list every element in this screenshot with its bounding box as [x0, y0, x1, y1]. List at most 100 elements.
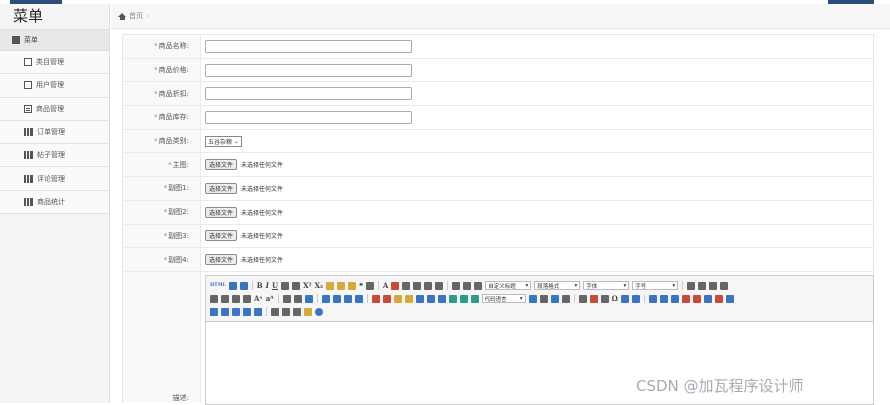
simple-upload-icon[interactable]	[371, 294, 380, 303]
subscript-icon[interactable]: X₂	[315, 281, 324, 290]
paste-plain-icon[interactable]	[365, 281, 374, 290]
align-right-icon[interactable]	[232, 294, 240, 303]
drafts-icon[interactable]	[304, 307, 312, 316]
sidebar-item-comments[interactable]: 评论管理	[0, 167, 109, 191]
breadcrumb-home[interactable]: 首页	[129, 11, 143, 21]
print-icon[interactable]	[271, 307, 279, 316]
font-family-select[interactable]: 字体 ▾	[583, 281, 630, 290]
custom-title-select[interactable]: 自定义标题 ▾	[485, 281, 532, 290]
text-style-icon[interactable]	[720, 281, 729, 290]
sub-image-1-file-button[interactable]: 选择文件	[205, 182, 238, 194]
auto-typeset-icon[interactable]	[348, 281, 357, 290]
delete-col-icon[interactable]	[714, 294, 723, 303]
page-break-icon[interactable]	[528, 294, 537, 303]
music-icon[interactable]	[426, 294, 435, 303]
clear-document-icon[interactable]	[435, 281, 444, 290]
eraser-icon[interactable]	[337, 281, 346, 290]
select-all-icon[interactable]	[424, 281, 433, 290]
blockquote-icon[interactable]: ❝	[359, 281, 363, 290]
insert-image-icon[interactable]	[382, 294, 391, 303]
discount-input[interactable]	[205, 87, 412, 101]
insert-row-icon[interactable]	[681, 294, 690, 303]
insert-paragraph-before-table-icon[interactable]	[670, 294, 679, 303]
sub-image-2-file-button[interactable]: 选择文件	[205, 206, 238, 218]
anchor-icon[interactable]	[304, 294, 313, 303]
sub-image-3-file-button[interactable]: 选择文件	[205, 230, 238, 242]
merge-cells-icon[interactable]	[725, 294, 734, 303]
align-left-icon[interactable]	[210, 294, 218, 303]
image-left-icon[interactable]	[332, 294, 341, 303]
indent-icon[interactable]	[709, 281, 718, 290]
insert-table-icon[interactable]	[648, 294, 657, 303]
underline-icon[interactable]: U	[272, 281, 278, 290]
image-right-icon[interactable]	[343, 294, 352, 303]
bold-icon[interactable]: B	[257, 281, 263, 290]
image-none-icon[interactable]	[321, 294, 330, 303]
code-language-select[interactable]: 代码语言 ▾	[481, 294, 526, 303]
sidebar-item-category[interactable]: 类目管理	[0, 51, 109, 75]
row-spacing-top-icon[interactable]	[452, 281, 461, 290]
unlink-icon[interactable]	[293, 294, 302, 303]
date-icon[interactable]	[589, 294, 598, 303]
ltr-icon[interactable]	[687, 281, 696, 290]
delete-table-icon[interactable]	[659, 294, 668, 303]
undo-icon[interactable]	[228, 281, 237, 290]
sidebar-item-users[interactable]: 用户管理	[0, 74, 109, 98]
font-border-icon[interactable]	[281, 281, 290, 290]
row-spacing-bottom-icon[interactable]	[463, 281, 472, 290]
special-chars-icon[interactable]: Ω	[612, 294, 618, 303]
paragraph-select[interactable]: 段落格式 ▾	[534, 281, 581, 290]
sidebar-item-orders[interactable]: 订单管理	[0, 120, 109, 145]
google-map-icon[interactable]	[459, 294, 468, 303]
background-color-icon[interactable]	[391, 281, 400, 290]
horizontal-rule-icon[interactable]	[578, 294, 587, 303]
sub-image-4-file-button[interactable]: 选择文件	[205, 254, 238, 266]
rtl-icon[interactable]	[698, 281, 707, 290]
template-icon[interactable]	[539, 294, 548, 303]
stock-input[interactable]	[205, 110, 412, 124]
sidebar-item-products[interactable]: 商品管理	[0, 97, 109, 121]
category-select[interactable]: 五谷杂粮 ⌄	[205, 135, 243, 147]
price-input[interactable]	[205, 63, 412, 77]
image-center-icon[interactable]	[354, 294, 363, 303]
map-icon[interactable]	[448, 294, 457, 303]
split-to-cols-icon[interactable]	[254, 307, 262, 316]
strikethrough-icon[interactable]	[292, 281, 301, 290]
scrawl-icon[interactable]	[404, 294, 413, 303]
background-icon[interactable]	[550, 294, 559, 303]
preview-icon[interactable]	[282, 307, 290, 316]
italic-icon[interactable]: I	[266, 281, 269, 290]
web-image-icon[interactable]	[631, 294, 640, 303]
delete-row-icon[interactable]	[692, 294, 701, 303]
ordered-list-icon[interactable]	[402, 281, 411, 290]
time-icon[interactable]	[600, 294, 609, 303]
insert-frame-icon[interactable]	[470, 294, 479, 303]
sidebar-section-menu[interactable]: 菜单	[0, 29, 109, 51]
font-color-icon[interactable]: A	[383, 281, 388, 290]
sidebar-item-statistics[interactable]: 商品统计	[0, 190, 109, 215]
sidebar-item-posts[interactable]: 帖子管理	[0, 144, 109, 168]
redo-icon[interactable]	[239, 281, 248, 290]
split-to-rows-icon[interactable]	[243, 307, 251, 316]
name-input[interactable]	[205, 39, 412, 53]
wordimage-icon[interactable]	[561, 294, 570, 303]
html-source-button[interactable]: HTML	[210, 283, 226, 288]
attachment-icon[interactable]	[437, 294, 446, 303]
main-image-file-button[interactable]: 选择文件	[205, 159, 238, 171]
format-match-icon[interactable]	[326, 281, 335, 290]
unordered-list-icon[interactable]	[413, 281, 422, 290]
merge-right-icon[interactable]	[210, 307, 218, 316]
search-replace-icon[interactable]	[293, 307, 301, 316]
snapscreen-icon[interactable]	[620, 294, 629, 303]
emotion-icon[interactable]	[393, 294, 402, 303]
insert-col-icon[interactable]	[703, 294, 712, 303]
line-height-icon[interactable]	[474, 281, 483, 290]
help-icon[interactable]	[315, 307, 323, 316]
insert-video-icon[interactable]	[415, 294, 424, 303]
merge-down-icon[interactable]	[221, 307, 229, 316]
align-center-icon[interactable]	[221, 294, 229, 303]
lowercase-icon[interactable]: aᴬ	[266, 294, 274, 303]
split-to-cells-icon[interactable]	[232, 307, 240, 316]
font-size-select[interactable]: 字号 ▾	[632, 281, 679, 290]
uppercase-icon[interactable]: Aᵃ	[254, 294, 263, 303]
